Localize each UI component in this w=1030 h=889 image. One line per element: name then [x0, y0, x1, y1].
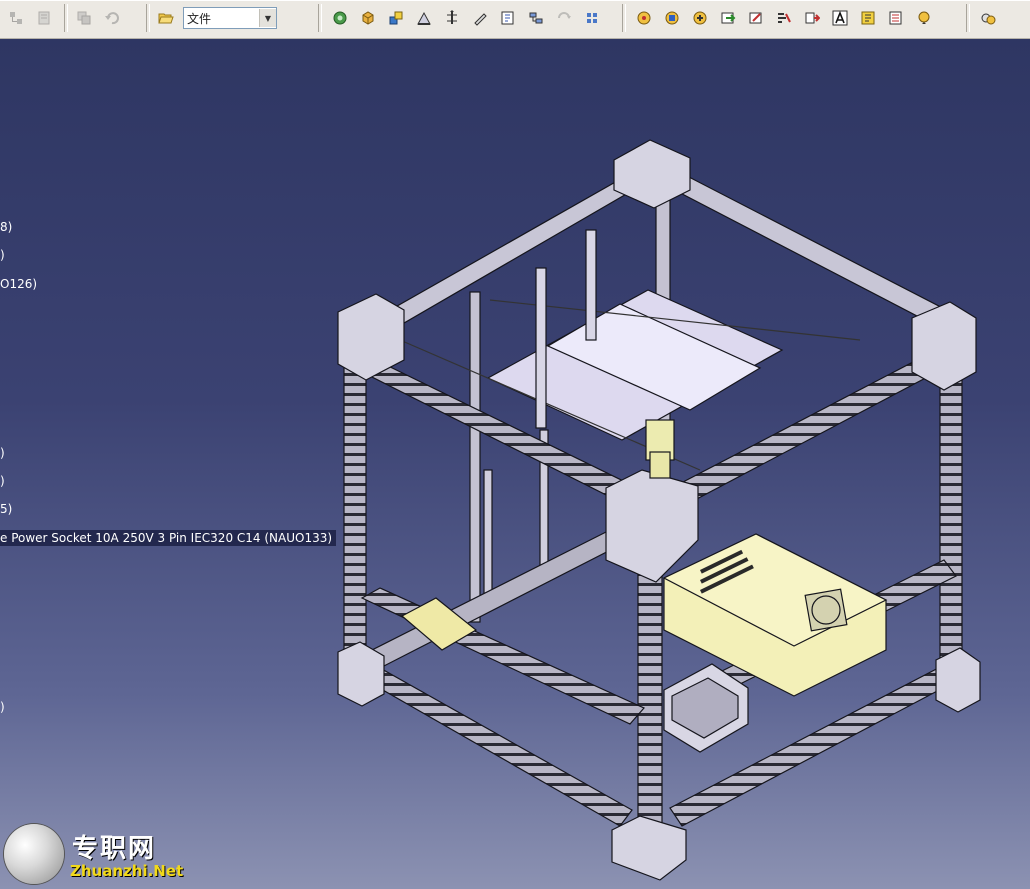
printer-frame-model	[337, 139, 981, 881]
manage-representations-icon	[558, 12, 571, 19]
copy-icon	[77, 11, 91, 25]
tree-node-selected[interactable]: e Power Socket 10A 250V 3 Pin IEC320 C14…	[0, 530, 337, 546]
replace-component-button[interactable]	[439, 5, 465, 31]
constraint-button[interactable]	[659, 5, 685, 31]
undo-button[interactable]	[99, 5, 125, 31]
update-icon	[637, 11, 651, 25]
existing-component-button[interactable]	[411, 5, 437, 31]
open-button[interactable]	[153, 5, 179, 31]
fix-icon	[693, 11, 707, 25]
generate-numbering-button[interactable]	[495, 5, 521, 31]
stop-manipulate-button[interactable]	[799, 5, 825, 31]
constraint-icon	[665, 11, 679, 25]
toolbar-group-file: 文件 ▼	[152, 3, 277, 33]
existing-component-icon	[417, 11, 431, 25]
flag-note-icon	[861, 11, 875, 25]
folder-icon	[158, 13, 174, 24]
explode-icon	[778, 13, 791, 23]
manage-representations-button[interactable]	[551, 5, 577, 31]
annotation-text-button[interactable]	[827, 5, 853, 31]
snap-button[interactable]	[743, 5, 769, 31]
fix-button[interactable]	[687, 5, 713, 31]
tree-node[interactable]: )	[0, 699, 5, 715]
toolbar-group-structure	[2, 3, 58, 33]
new-product-button[interactable]	[355, 5, 381, 31]
space-analysis-icon	[981, 13, 996, 25]
explode-button[interactable]	[771, 5, 797, 31]
catalog-button[interactable]	[31, 5, 57, 31]
more-options-button[interactable]	[911, 5, 937, 31]
3d-viewport[interactable]	[0, 39, 1030, 889]
stop-manipulate-icon	[805, 12, 820, 24]
move-icon	[721, 12, 736, 24]
measure-button[interactable]	[883, 5, 909, 31]
selective-load-button[interactable]	[523, 5, 549, 31]
tree-node[interactable]: 8)	[0, 219, 12, 235]
more-options-icon	[918, 11, 930, 24]
toolbar-separator	[146, 4, 150, 32]
toolbar-group-analysis	[974, 3, 1002, 33]
toolbar-separator	[318, 4, 322, 32]
tree-node[interactable]: )	[0, 473, 5, 489]
product-structure-button[interactable]	[3, 5, 29, 31]
replace-component-icon	[447, 10, 457, 24]
copy-button[interactable]	[71, 5, 97, 31]
tree-node[interactable]: )	[0, 445, 5, 461]
catalog-icon	[38, 11, 50, 25]
chevron-down-icon[interactable]: ▼	[259, 9, 276, 27]
selective-load-icon	[529, 12, 543, 24]
toolbar-separator	[966, 4, 970, 32]
watermark-cn: 专职网	[72, 834, 157, 864]
update-button[interactable]	[631, 5, 657, 31]
undo-icon	[105, 12, 119, 25]
tree-node[interactable]: )	[0, 247, 5, 263]
space-analysis-button[interactable]	[975, 5, 1001, 31]
measure-icon	[889, 11, 902, 25]
new-component-icon	[333, 11, 347, 25]
tree-node[interactable]: O126)	[0, 276, 37, 292]
product-structure-icon	[10, 12, 22, 24]
graph-tree-button[interactable]	[467, 5, 493, 31]
watermark-logo-icon	[4, 824, 64, 884]
new-component-button[interactable]	[327, 5, 353, 31]
file-select[interactable]: 文件 ▼	[183, 7, 277, 29]
move-button[interactable]	[715, 5, 741, 31]
file-select-value: 文件	[187, 11, 212, 26]
graph-tree-icon	[474, 13, 487, 26]
toolbar: 文件 ▼	[0, 0, 1030, 39]
annotation-text-icon	[832, 10, 848, 26]
flag-note-button[interactable]	[855, 5, 881, 31]
new-part-button[interactable]	[383, 5, 409, 31]
toolbar-group-assembly	[326, 3, 606, 33]
toolbar-group-edit	[70, 3, 126, 33]
new-product-icon	[362, 11, 374, 25]
multi-instantiation-icon	[587, 13, 597, 23]
snap-icon	[749, 12, 762, 24]
tree-node[interactable]: 5)	[0, 501, 12, 517]
watermark: 专职网 Zhuanzhi.Net	[2, 822, 192, 886]
toolbar-group-constraints	[630, 3, 938, 33]
generate-numbering-icon	[501, 11, 514, 25]
toolbar-separator	[64, 4, 68, 32]
new-part-icon	[389, 11, 403, 25]
watermark-en: Zhuanzhi.Net	[70, 862, 184, 880]
multi-instantiation-button[interactable]	[579, 5, 605, 31]
toolbar-separator	[622, 4, 626, 32]
